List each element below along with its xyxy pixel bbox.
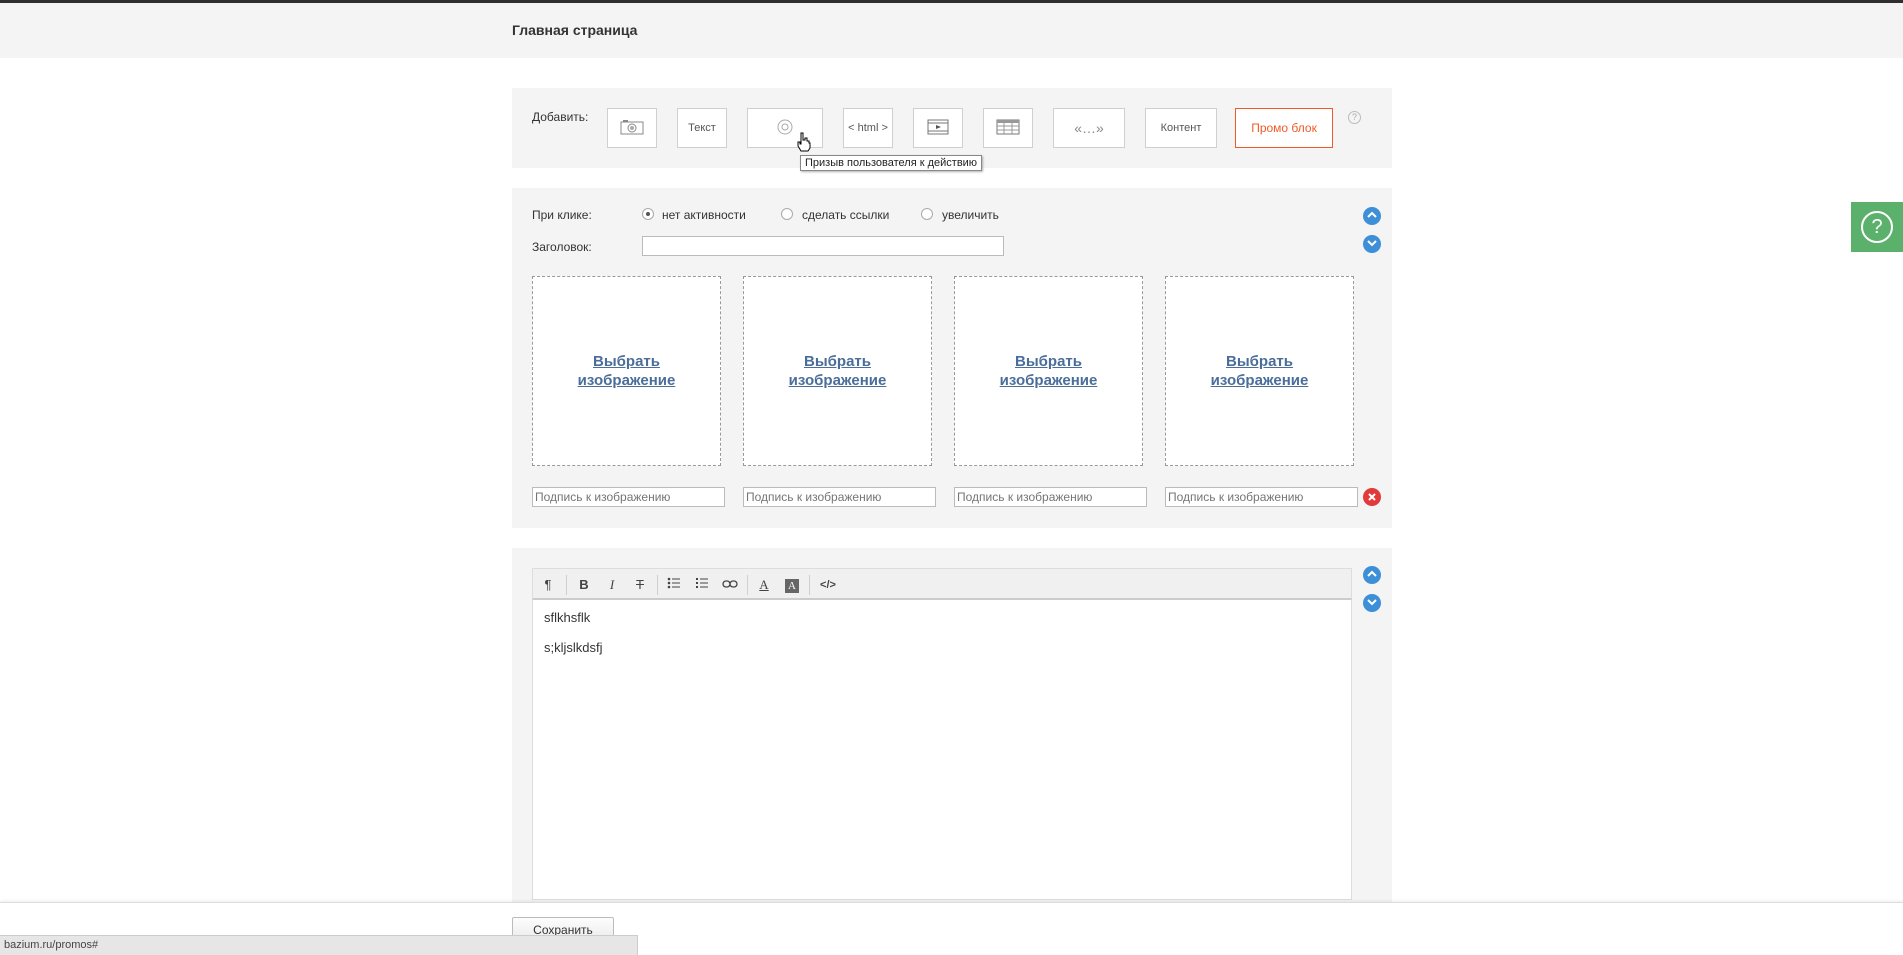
on-click-label: При клике: <box>532 208 592 222</box>
target-icon <box>776 118 794 139</box>
link-button[interactable] <box>719 575 741 595</box>
side-help-button[interactable]: ? <box>1851 202 1903 252</box>
browser-status-url: bazium.ru/promos# <box>0 935 638 955</box>
tooltip: Призыв пользователя к действию <box>800 155 983 171</box>
toolbar-separator <box>809 575 810 595</box>
radio-make-links[interactable] <box>781 208 793 220</box>
editor-content[interactable]: sflkhsflk s;kljslkdsfj <box>532 600 1352 900</box>
editor-line: sflkhsflk <box>544 610 591 625</box>
toolbar-separator <box>657 575 658 595</box>
radio-label-make-links: сделать ссылки <box>802 208 890 222</box>
add-html-button[interactable]: < html > <box>843 108 893 148</box>
add-table-button[interactable] <box>983 108 1033 148</box>
html-source-button[interactable]: </> <box>817 575 839 595</box>
move-down-button[interactable] <box>1363 594 1381 612</box>
close-icon <box>1368 490 1376 504</box>
move-up-button[interactable] <box>1363 207 1381 225</box>
title-label: Заголовок: <box>532 240 592 254</box>
chevron-down-icon <box>1367 238 1377 250</box>
film-icon <box>927 119 949 138</box>
caption-input-2[interactable] <box>743 487 936 507</box>
editor-toolbar: ¶ B I T A A </> <box>532 568 1352 600</box>
help-icon[interactable]: ? <box>1348 111 1361 124</box>
toolbar-separator <box>747 575 748 595</box>
bold-button[interactable]: B <box>573 575 595 595</box>
choose-image-link[interactable]: Выбрать изображение <box>783 352 893 390</box>
move-up-button[interactable] <box>1363 566 1381 584</box>
toolbar-separator <box>566 575 567 595</box>
add-label: Добавить: <box>532 110 589 124</box>
radio-no-activity[interactable] <box>642 208 654 220</box>
image-slot-3[interactable]: Выбрать изображение <box>954 276 1143 466</box>
caption-input-4[interactable] <box>1165 487 1358 507</box>
image-slot-1[interactable]: Выбрать изображение <box>532 276 721 466</box>
numbered-list-button[interactable] <box>691 575 713 595</box>
link-icon <box>722 577 738 592</box>
choose-image-link[interactable]: Выбрать изображение <box>994 352 1104 390</box>
strikethrough-button[interactable]: T <box>629 575 651 595</box>
list-bullets-icon <box>667 577 681 592</box>
image-slot-2[interactable]: Выбрать изображение <box>743 276 932 466</box>
list-numbers-icon <box>695 577 709 592</box>
add-content-button[interactable]: Контент <box>1145 108 1217 148</box>
question-icon: ? <box>1861 211 1893 243</box>
add-gallery-button[interactable] <box>607 108 657 148</box>
radio-enlarge[interactable] <box>921 208 933 220</box>
radio-label-enlarge: увеличить <box>942 208 999 222</box>
chevron-up-icon <box>1367 210 1377 222</box>
radio-label-no-activity: нет активности <box>662 208 746 222</box>
background-color-button[interactable]: A <box>781 575 803 595</box>
italic-button[interactable]: I <box>601 575 623 595</box>
add-quote-button[interactable]: «…» <box>1053 108 1125 148</box>
page-title: Главная страница <box>512 22 638 38</box>
add-text-button[interactable]: Текст <box>677 108 727 148</box>
font-color-button[interactable]: A <box>753 575 775 595</box>
hand-cursor-icon <box>796 132 812 157</box>
add-promo-button[interactable]: Промо блок <box>1235 108 1333 148</box>
table-icon <box>996 119 1020 138</box>
move-down-button[interactable] <box>1363 235 1381 253</box>
bullet-list-button[interactable] <box>663 575 685 595</box>
chevron-up-icon <box>1367 569 1377 581</box>
camera-icon <box>620 119 644 138</box>
title-input[interactable] <box>642 236 1004 256</box>
text-block: ¶ B I T A A </> sflkhsflk s;kljslkdsfj <box>512 548 1392 908</box>
chevron-down-icon <box>1367 597 1377 609</box>
format-paragraph-button[interactable]: ¶ <box>537 575 559 595</box>
delete-block-button[interactable] <box>1363 488 1381 506</box>
highlight-icon: A <box>785 579 799 593</box>
editor-line: s;kljslkdsfj <box>544 640 603 655</box>
image-slot-4[interactable]: Выбрать изображение <box>1165 276 1354 466</box>
add-video-button[interactable] <box>913 108 963 148</box>
caption-input-1[interactable] <box>532 487 725 507</box>
caption-input-3[interactable] <box>954 487 1147 507</box>
page-header: Главная страница <box>0 3 1903 58</box>
gallery-block: При клике: нет активности сделать ссылки… <box>512 188 1392 528</box>
choose-image-link[interactable]: Выбрать изображение <box>1205 352 1315 390</box>
choose-image-link[interactable]: Выбрать изображение <box>572 352 682 390</box>
